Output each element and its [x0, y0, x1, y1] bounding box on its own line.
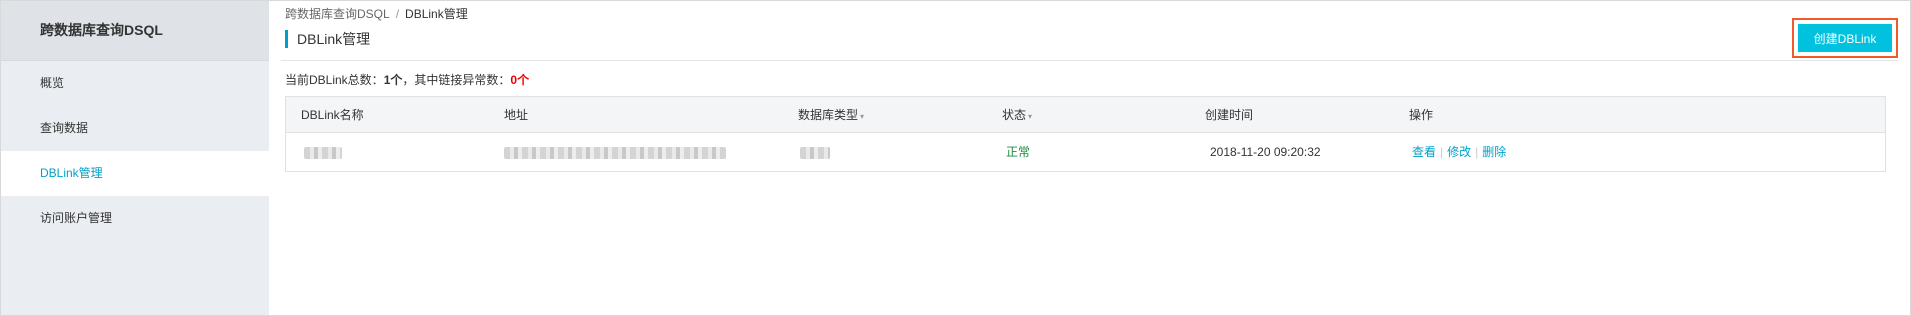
sidebar-item-query-data[interactable]: 查询数据 — [1, 106, 269, 151]
column-header-db-type-label: 数据库类型 — [798, 108, 859, 122]
create-button-highlight: 创建DBLink — [1792, 18, 1898, 58]
filter-caret-icon[interactable]: ▾ — [860, 112, 864, 121]
summary-total: 1个 — [383, 73, 403, 87]
sidebar-title: 跨数据库查询DSQL — [1, 1, 269, 61]
sidebar-item-access-accounts[interactable]: 访问账户管理 — [1, 196, 269, 241]
summary-abnormal-count: 0个 — [510, 73, 530, 87]
column-header-name: DBLink名称 — [301, 108, 364, 122]
edit-link[interactable]: 修改 — [1447, 145, 1471, 159]
cell-status: 正常 — [1006, 145, 1031, 159]
table-row: 正常 2018-11-20 09:20:32 查看 | 修改 | 删除 — [286, 133, 1885, 171]
column-header-address: 地址 — [504, 108, 529, 122]
column-header-created: 创建时间 — [1205, 108, 1254, 122]
column-header-status[interactable]: 状态 ▾ — [1002, 97, 1032, 133]
sidebar-item-overview[interactable]: 概览 — [1, 61, 269, 106]
cell-created-time: 2018-11-20 09:20:32 — [1210, 145, 1321, 159]
breadcrumb-parent-link[interactable]: 跨数据库查询DSQL — [285, 7, 390, 21]
breadcrumb-separator: / — [395, 7, 400, 21]
dblink-summary: 当前DBLink总数：1个，其中链接异常数：0个 — [285, 71, 529, 88]
column-header-actions: 操作 — [1409, 108, 1434, 122]
cell-db-type-redacted — [800, 133, 830, 171]
sidebar-item-dblink-management[interactable]: DBLink管理 — [1, 151, 269, 196]
redacted-name — [304, 146, 342, 159]
redacted-db-type — [800, 146, 830, 159]
view-link[interactable]: 查看 — [1412, 145, 1436, 159]
title-divider — [281, 60, 1898, 61]
table-header: DBLink名称 地址 数据库类型 ▾ 状态 ▾ 创建时间 操作 — [286, 97, 1885, 133]
sidebar: 跨数据库查询DSQL 概览 查询数据 DBLink管理 访问账户管理 — [1, 1, 269, 315]
delete-link[interactable]: 删除 — [1482, 145, 1506, 159]
main-content: 跨数据库查询DSQL / DBLink管理 DBLink管理 创建DBLink 当前… — [269, 1, 1910, 315]
column-header-db-type[interactable]: 数据库类型 ▾ — [798, 97, 864, 133]
create-dblink-button[interactable]: 创建DBLink — [1798, 24, 1892, 52]
breadcrumb-current: DBLink管理 — [405, 7, 468, 21]
page-title: DBLink管理 — [285, 30, 370, 48]
app-frame: 跨数据库查询DSQL 概览 查询数据 DBLink管理 访问账户管理 跨数据库查… — [0, 0, 1911, 316]
cell-address-redacted — [504, 133, 726, 171]
summary-prefix: 当前DBLink总数： — [285, 73, 384, 87]
cell-actions: 查看 | 修改 | 删除 — [1412, 133, 1506, 171]
filter-caret-icon[interactable]: ▾ — [1028, 112, 1032, 121]
breadcrumb: 跨数据库查询DSQL / DBLink管理 — [285, 5, 468, 22]
redacted-address — [504, 146, 726, 159]
action-separator: | — [1475, 145, 1479, 159]
dblink-table: DBLink名称 地址 数据库类型 ▾ 状态 ▾ 创建时间 操作 正常 2018-1… — [285, 96, 1886, 172]
column-header-status-label: 状态 — [1002, 108, 1027, 122]
cell-name-redacted — [304, 133, 342, 171]
summary-middle: ，其中链接异常数： — [402, 73, 511, 87]
action-separator: | — [1440, 145, 1444, 159]
sidebar-nav: 概览 查询数据 DBLink管理 访问账户管理 — [1, 61, 269, 241]
